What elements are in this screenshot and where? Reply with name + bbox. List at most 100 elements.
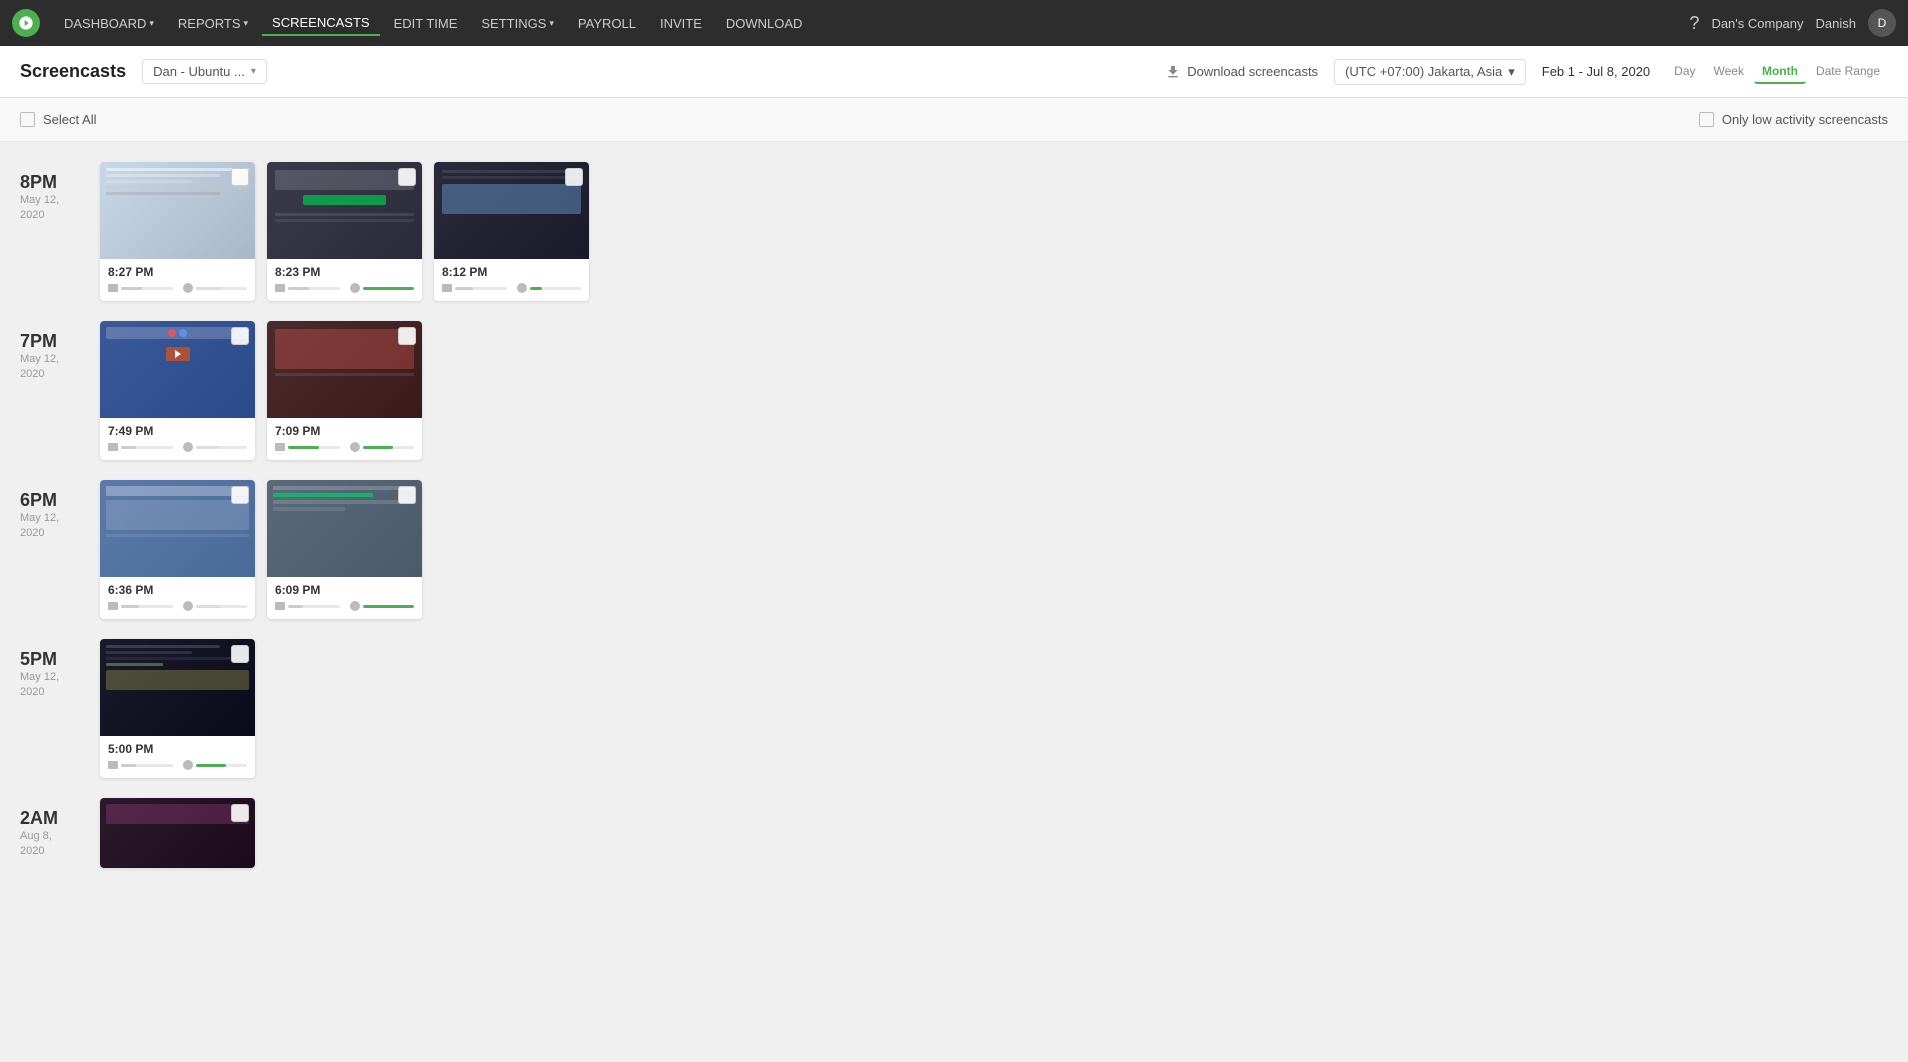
subheader: Screencasts Dan - Ubuntu ... ▾ Download … (0, 46, 1908, 98)
time-label-2am: 2AM Aug 8,2020 (20, 798, 100, 868)
user-selector[interactable]: Dan - Ubuntu ... ▾ (142, 59, 267, 84)
download-label: Download screencasts (1187, 64, 1318, 79)
mouse-icon (350, 442, 360, 452)
nav-reports[interactable]: REPORTS ▾ (168, 12, 258, 35)
time-label-7pm: 7PM May 12,2020 (20, 321, 100, 460)
monitor-icon (108, 602, 118, 610)
screenshot-card[interactable]: 7:09 PM (267, 321, 422, 460)
card-checkbox[interactable] (231, 645, 249, 663)
card-checkbox[interactable] (231, 486, 249, 504)
monitor-icon (108, 284, 118, 292)
timezone-label: (UTC +07:00) Jakarta, Asia (1345, 64, 1502, 79)
card-checkbox[interactable] (398, 486, 416, 504)
screenshot-thumbnail (100, 162, 255, 259)
time-group-5pm: 5PM May 12,2020 (20, 639, 1888, 778)
nav-dashboard[interactable]: DASHBOARD ▾ (54, 12, 164, 35)
screenshot-thumbnail (100, 639, 255, 736)
download-screencasts-button[interactable]: Download screencasts (1165, 64, 1318, 80)
screenshots-6pm: 6:36 PM (100, 480, 422, 619)
nav-invite[interactable]: INVITE (650, 12, 712, 35)
chevron-down-icon: ▾ (251, 66, 256, 77)
mouse-icon (350, 283, 360, 293)
toolbar: Select All Only low activity screencasts (0, 98, 1908, 142)
screenshot-thumbnail (267, 480, 422, 577)
screenshot-card[interactable]: 8:23 PM (267, 162, 422, 301)
date-nav-daterange[interactable]: Date Range (1808, 60, 1888, 84)
screenshot-card[interactable]: 6:09 PM (267, 480, 422, 619)
chevron-down-icon: ▾ (1508, 64, 1515, 80)
low-activity-filter[interactable]: Only low activity screencasts (1699, 112, 1888, 127)
page-title: Screencasts (20, 61, 126, 82)
screenshot-thumbnail (100, 480, 255, 577)
chevron-down-icon: ▾ (244, 18, 249, 29)
monitor-icon (108, 443, 118, 451)
mouse-icon (183, 601, 193, 611)
screenshot-thumbnail (100, 798, 255, 868)
screenshot-thumbnail (100, 321, 255, 418)
nav-edit-time[interactable]: EDIT TIME (384, 12, 468, 35)
chevron-down-icon: ▾ (549, 18, 554, 29)
mouse-icon (183, 760, 193, 770)
screenshot-card[interactable]: 7:49 PM (100, 321, 255, 460)
user-selector-label: Dan - Ubuntu ... (153, 64, 245, 79)
monitor-icon (108, 761, 118, 769)
card-checkbox[interactable] (565, 168, 583, 186)
screenshot-card[interactable]: 5:00 PM (100, 639, 255, 778)
select-all[interactable]: Select All (20, 112, 96, 127)
download-icon (1165, 64, 1181, 80)
date-nav: Day Week Month Date Range (1666, 60, 1888, 84)
user-name: Danish (1816, 16, 1856, 31)
monitor-icon (275, 443, 285, 451)
time-group-6pm: 6PM May 12,2020 6:36 PM (20, 480, 1888, 619)
card-checkbox[interactable] (231, 327, 249, 345)
low-activity-checkbox[interactable] (1699, 112, 1714, 127)
top-nav: DASHBOARD ▾ REPORTS ▾ SCREENCASTS EDIT T… (0, 0, 1908, 46)
time-group-2am: 2AM Aug 8,2020 (20, 798, 1888, 868)
screenshot-thumbnail (434, 162, 589, 259)
screenshots-8pm: 8:27 PM (100, 162, 589, 301)
date-range-label: Feb 1 - Jul 8, 2020 (1542, 64, 1650, 79)
card-checkbox[interactable] (231, 168, 249, 186)
monitor-icon (442, 284, 452, 292)
timezone-selector[interactable]: (UTC +07:00) Jakarta, Asia ▾ (1334, 59, 1526, 85)
screenshots-7pm: 7:49 PM (100, 321, 422, 460)
chevron-down-icon: ▾ (149, 18, 154, 29)
select-all-checkbox[interactable] (20, 112, 35, 127)
date-nav-month[interactable]: Month (1754, 60, 1806, 84)
mouse-icon (350, 601, 360, 611)
screenshot-thumbnail (267, 321, 422, 418)
help-icon[interactable]: ? (1689, 13, 1699, 34)
nav-settings[interactable]: SETTINGS ▾ (471, 12, 564, 35)
screenshots-2am (100, 798, 255, 868)
nav-screencasts[interactable]: SCREENCASTS (262, 11, 380, 36)
monitor-icon (275, 284, 285, 292)
select-all-label: Select All (43, 112, 96, 127)
date-nav-week[interactable]: Week (1706, 60, 1752, 84)
card-checkbox[interactable] (231, 804, 249, 822)
main-content: 8PM May 12,2020 (0, 142, 1908, 908)
nav-payroll[interactable]: PAYROLL (568, 12, 646, 35)
company-name: Dan's Company (1711, 16, 1803, 31)
screenshots-5pm: 5:00 PM (100, 639, 255, 778)
low-activity-label: Only low activity screencasts (1722, 112, 1888, 127)
mouse-icon (517, 283, 527, 293)
time-label-5pm: 5PM May 12,2020 (20, 639, 100, 778)
monitor-icon (275, 602, 285, 610)
screenshot-thumbnail (267, 162, 422, 259)
time-label-6pm: 6PM May 12,2020 (20, 480, 100, 619)
screenshot-card[interactable] (100, 798, 255, 868)
nav-download[interactable]: DOWNLOAD (716, 12, 813, 35)
date-nav-day[interactable]: Day (1666, 60, 1703, 84)
time-label-8pm: 8PM May 12,2020 (20, 162, 100, 301)
screenshot-card[interactable]: 6:36 PM (100, 480, 255, 619)
mouse-icon (183, 283, 193, 293)
screenshot-card[interactable]: 8:12 PM (434, 162, 589, 301)
avatar[interactable]: D (1868, 9, 1896, 37)
time-group-7pm: 7PM May 12,2020 (20, 321, 1888, 460)
screenshot-card[interactable]: 8:27 PM (100, 162, 255, 301)
mouse-icon (183, 442, 193, 452)
time-group-8pm: 8PM May 12,2020 (20, 162, 1888, 301)
card-checkbox[interactable] (398, 327, 416, 345)
card-checkbox[interactable] (398, 168, 416, 186)
logo[interactable] (12, 9, 40, 37)
